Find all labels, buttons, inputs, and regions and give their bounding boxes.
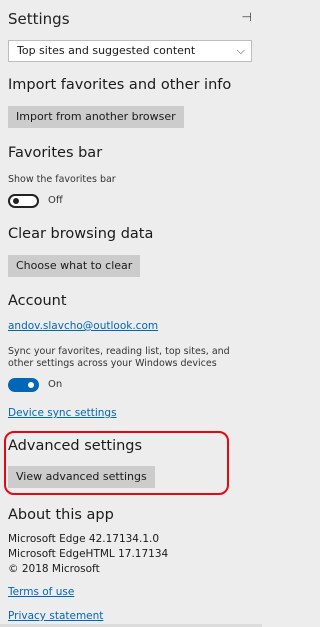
settings-panel: Settings ⊣ Top sites and suggested conte… [0,0,262,627]
open-with-dropdown[interactable]: Top sites and suggested content ⌵ [8,40,252,62]
advanced-settings-heading: Advanced settings [8,438,143,454]
import-heading: Import favorites and other info [8,77,232,93]
about-heading: About this app [8,507,114,523]
account-heading: Account [8,293,67,309]
choose-what-to-clear-button[interactable]: Choose what to clear [8,255,141,277]
open-with-value: Top sites and suggested content [17,44,196,57]
favorites-bar-heading: Favorites bar [8,145,103,161]
toggle-knob [13,198,19,204]
account-email-link[interactable]: andov.slavcho@outlook.com [8,320,158,332]
view-advanced-settings-button[interactable]: View advanced settings [8,466,155,488]
chevron-down-icon: ⌵ [236,44,245,57]
favorites-bar-label: Show the favorites bar [8,174,116,185]
sync-toggle[interactable] [8,378,39,392]
device-sync-settings-link[interactable]: Device sync settings [8,407,117,419]
toggle-knob [28,382,34,388]
import-button[interactable]: Import from another browser [8,106,184,128]
edge-version: Microsoft Edge 42.17134.1.0 [8,533,160,545]
edgehtml-version: Microsoft EdgeHTML 17.17134 [8,548,169,560]
terms-of-use-link[interactable]: Terms of use [8,586,74,598]
favorites-bar-toggle[interactable] [8,194,39,208]
favorites-bar-state: Off [48,195,63,206]
privacy-statement-link[interactable]: Privacy statement [8,610,103,622]
settings-title: Settings [8,10,70,28]
clear-data-heading: Clear browsing data [8,226,154,242]
sync-description: Sync your favorites, reading list, top s… [8,346,230,369]
sync-state: On [48,379,63,390]
pin-icon[interactable]: ⊣ [242,10,252,24]
copyright: © 2018 Microsoft [8,563,100,575]
settings-header: Settings ⊣ [8,8,254,30]
